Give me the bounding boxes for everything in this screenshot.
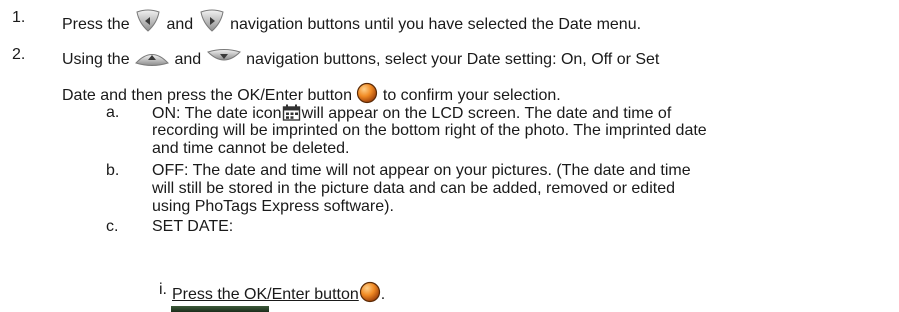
step-2-text: Using the and navigation buttons, select… [62,46,659,73]
sub-i-text: Press the OK/Enter button [172,286,359,303]
ok-enter-button-icon [359,281,381,308]
step-1-text-part: Press the [62,16,130,33]
sub-a-text-part: ON: The date icon [152,105,282,122]
nav-left-button-icon [134,9,162,38]
nav-right-button-icon [198,9,226,38]
nav-up-button-icon [134,46,170,73]
sub-i-numeral: i. [159,281,167,298]
sub-a-letter: a. [106,104,120,121]
step-1-text-part: navigation buttons until you have select… [230,16,642,33]
sub-b-line-2: will still be stored in the picture data… [152,180,675,197]
sub-c-line-1: SET DATE: [152,218,234,235]
step-2-text-part: to confirm your selection. [382,87,561,104]
step-2-text-part: navigation buttons, select your Date set… [246,51,660,68]
sub-a-text-part: will appear on the LCD screen. The date … [301,105,672,122]
step-2-number: 2. [12,46,26,63]
sub-b-line-3: using PhoTags Express software). [152,198,394,215]
step-1-text: Press the and navigation buttons until y… [62,9,641,38]
sub-a-line-2: recording will be imprinted on the botto… [152,122,707,139]
sub-a-line-3: and time cannot be deleted. [152,140,350,157]
step-2-text-part: Date and then press the OK/Enter button [62,87,352,104]
sub-i-period: . [380,286,386,303]
step-1-number: 1. [12,9,26,26]
step-2-text-part: Using the [62,51,130,68]
sub-b-letter: b. [106,162,120,179]
sub-i-line: Press the OK/Enter button . [172,281,385,308]
step-2-text-part: and [174,51,202,68]
camera-screen-image-edge [171,306,269,312]
sub-b-line-1: OFF: The date and time will not appear o… [152,162,691,179]
nav-down-button-icon [206,46,242,73]
step-1-text-part: and [166,16,194,33]
sub-c-letter: c. [106,218,119,235]
